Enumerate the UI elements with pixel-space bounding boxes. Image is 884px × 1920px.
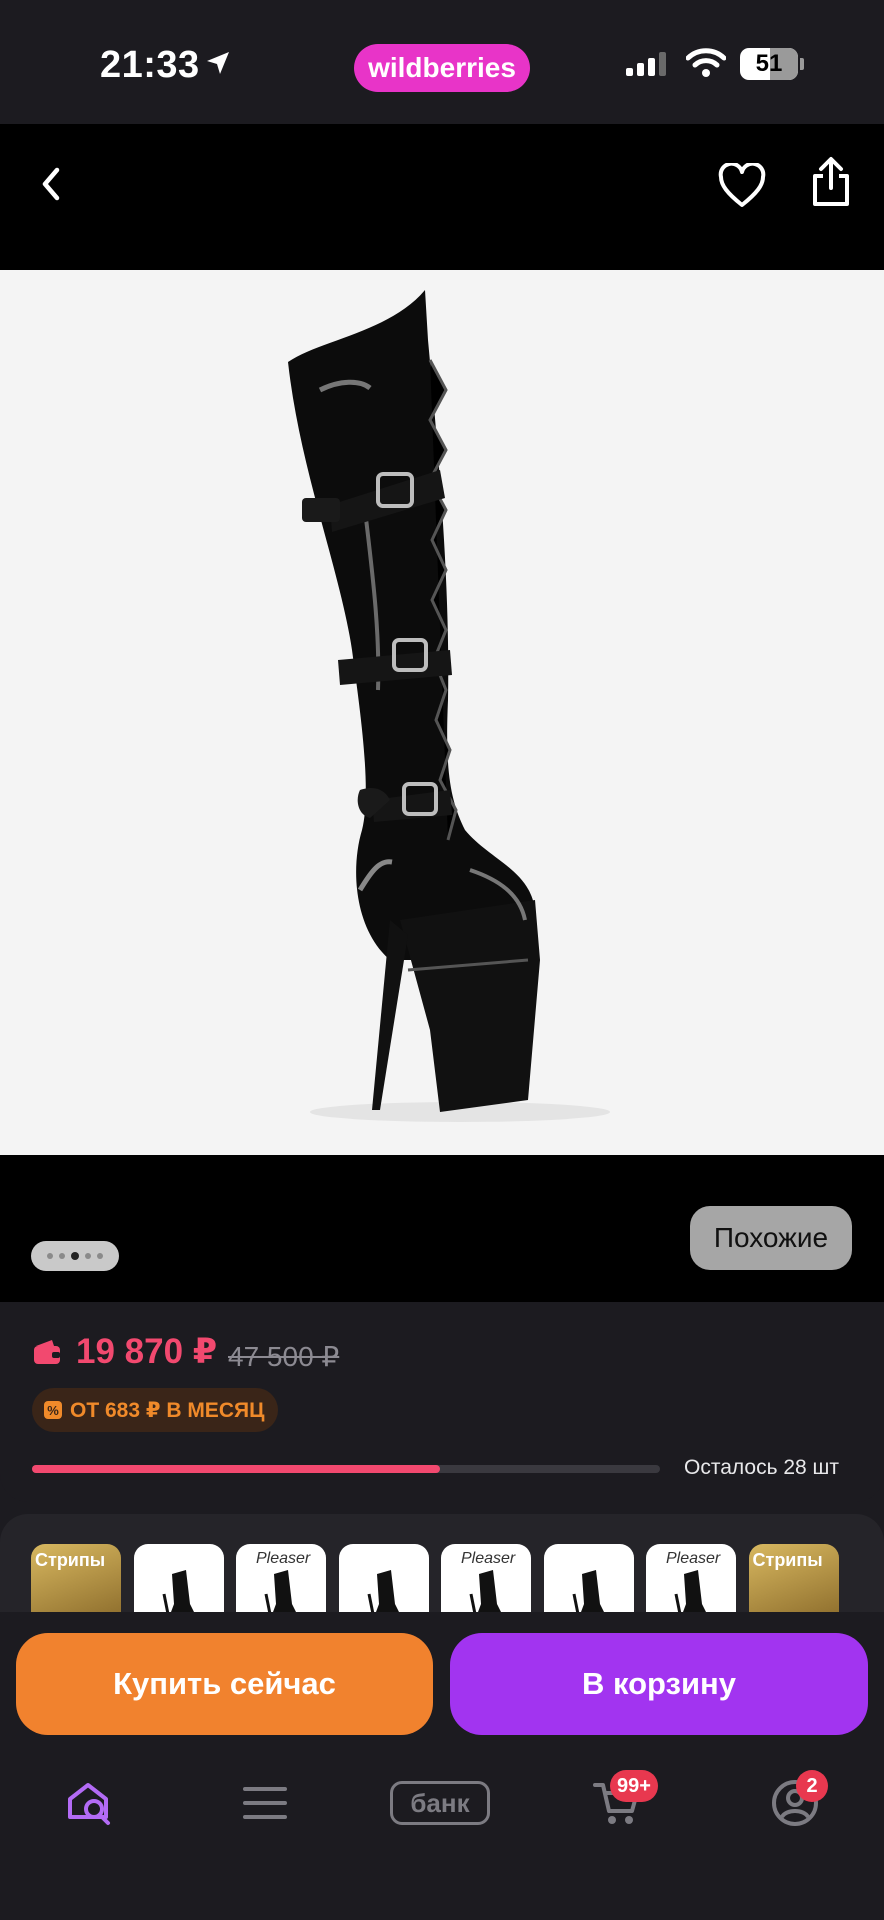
gallery-dot-active <box>71 1252 79 1260</box>
product-image[interactable] <box>0 270 884 1155</box>
bank-logo: банк <box>390 1781 490 1825</box>
percent-icon: % <box>44 1401 62 1419</box>
status-time: 21:33 <box>100 44 200 86</box>
location-arrow-icon <box>205 50 231 81</box>
stock-remaining: Осталось 28 шт <box>684 1456 839 1479</box>
tab-home-search[interactable] <box>55 1770 125 1836</box>
installment-label: ОТ 683 ₽ В МЕСЯЦ <box>70 1398 265 1422</box>
similar-button[interactable]: Похожие <box>690 1206 852 1270</box>
gallery-dot <box>47 1253 53 1259</box>
thumbnail-label: Pleaser <box>461 1550 516 1567</box>
status-bar: 21:33 wildberries 51 <box>0 0 884 124</box>
current-price: 19 870 ₽ <box>76 1332 218 1371</box>
tab-catalog[interactable] <box>230 1770 300 1836</box>
heart-icon <box>718 163 766 207</box>
cellular-signal-icon <box>626 52 670 81</box>
stock-progress-fill <box>32 1465 441 1473</box>
gallery-dots[interactable] <box>31 1241 119 1271</box>
back-button[interactable] <box>20 154 80 214</box>
top-nav <box>0 124 884 270</box>
thumbnail-label: Стрипы <box>35 1550 106 1570</box>
thumbnail-label: Стрипы <box>752 1550 823 1570</box>
stock-progress-bar <box>32 1465 660 1473</box>
thumbnail-strip[interactable]: Стрипы Pleaser Pleaser Pleaser Стрипы <box>0 1514 884 1624</box>
gallery-dot <box>59 1253 65 1259</box>
thumbnail-label: Pleaser <box>256 1550 311 1567</box>
menu-icon <box>243 1787 287 1819</box>
profile-badge: 2 <box>796 1770 828 1802</box>
home-search-icon <box>68 1783 110 1825</box>
tab-bank[interactable]: банк <box>390 1770 490 1836</box>
installment-badge[interactable]: % ОТ 683 ₽ В МЕСЯЦ <box>32 1388 279 1432</box>
favorite-button[interactable] <box>712 156 772 216</box>
buy-now-button[interactable]: Купить сейчас <box>16 1633 433 1735</box>
boot-image <box>288 290 610 1122</box>
battery-level: 51 <box>755 50 783 77</box>
gallery-dot <box>97 1253 103 1259</box>
share-icon <box>813 157 849 206</box>
wifi-icon <box>685 48 727 83</box>
brand-logo: wildberries <box>354 44 530 92</box>
thumbnail-label: Pleaser <box>666 1550 721 1567</box>
share-button[interactable] <box>801 152 861 212</box>
wallet-icon <box>32 1338 62 1371</box>
gallery-dot <box>85 1253 91 1259</box>
add-to-cart-button[interactable]: В корзину <box>450 1633 868 1735</box>
cart-badge: 99+ <box>610 1770 658 1802</box>
back-icon <box>42 167 60 201</box>
old-price: 47 500 ₽ <box>228 1341 340 1372</box>
